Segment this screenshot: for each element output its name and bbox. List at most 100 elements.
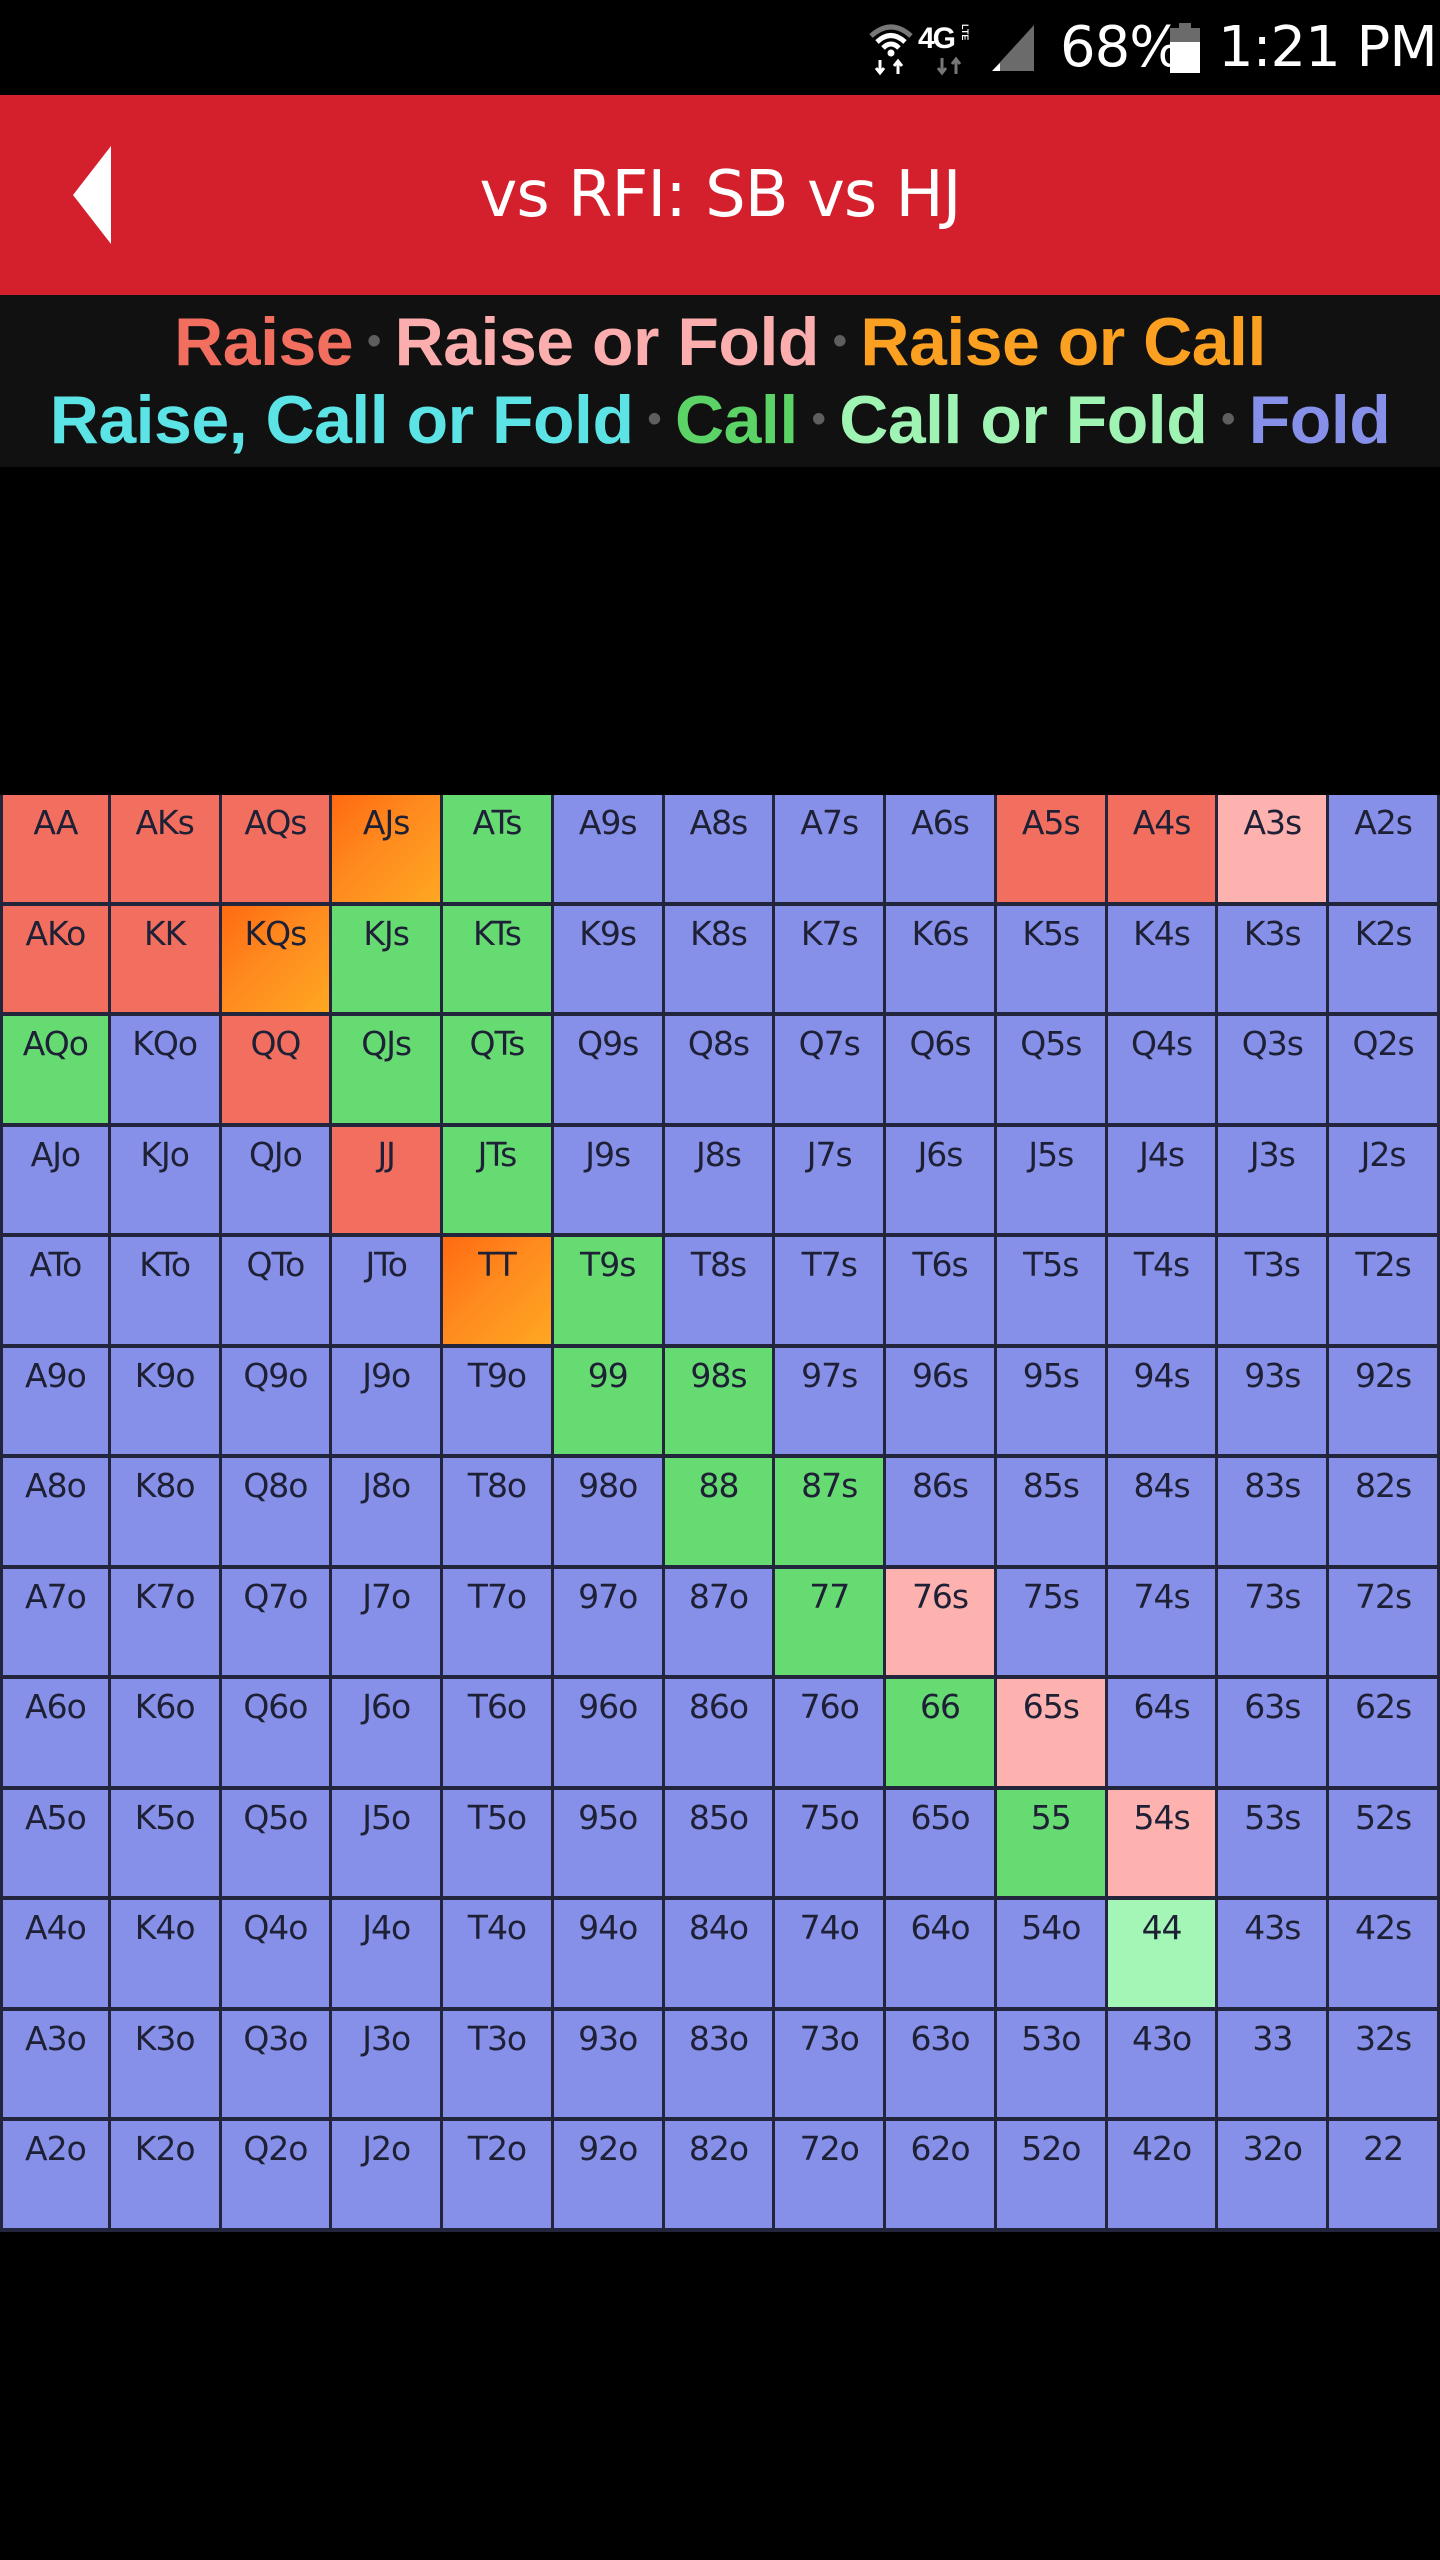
- hand-cell-K2o[interactable]: K2o: [110, 2121, 222, 2232]
- hand-cell-86o[interactable]: 86o: [664, 1679, 776, 1790]
- hand-cell-J7s[interactable]: J7s: [775, 1126, 887, 1238]
- hand-cell-92s[interactable]: 92s: [1329, 1347, 1440, 1459]
- hand-cell-J5s[interactable]: J5s: [996, 1126, 1108, 1238]
- hand-cell-K3o[interactable]: K3o: [110, 2010, 222, 2122]
- hand-cell-QQ[interactable]: QQ: [221, 1016, 333, 1127]
- hand-cell-K3s[interactable]: K3s: [1218, 905, 1330, 1017]
- hand-cell-64s[interactable]: 64s: [1107, 1679, 1219, 1790]
- hand-cell-A7o[interactable]: A7o: [0, 1568, 111, 1680]
- hand-cell-74s[interactable]: 74s: [1107, 1568, 1219, 1680]
- hand-cell-65o[interactable]: 65o: [886, 1789, 997, 1901]
- hand-cell-K9o[interactable]: K9o: [110, 1347, 222, 1459]
- hand-cell-T9o[interactable]: T9o: [443, 1347, 554, 1459]
- hand-cell-64o[interactable]: 64o: [886, 1900, 997, 2011]
- hand-cell-75o[interactable]: 75o: [775, 1789, 887, 1901]
- hand-cell-97o[interactable]: 97o: [553, 1568, 665, 1680]
- hand-cell-76o[interactable]: 76o: [775, 1679, 887, 1790]
- hand-cell-Q6s[interactable]: Q6s: [886, 1016, 997, 1127]
- hand-cell-T4s[interactable]: T4s: [1107, 1237, 1219, 1348]
- hand-cell-KTs[interactable]: KTs: [443, 905, 554, 1017]
- hand-cell-A5o[interactable]: A5o: [0, 1789, 111, 1901]
- hand-cell-T5o[interactable]: T5o: [443, 1789, 554, 1901]
- hand-cell-Q5o[interactable]: Q5o: [221, 1789, 333, 1901]
- hand-cell-93o[interactable]: 93o: [553, 2010, 665, 2122]
- hand-cell-T6s[interactable]: T6s: [886, 1237, 997, 1348]
- hand-cell-AQo[interactable]: AQo: [0, 1016, 111, 1127]
- hand-cell-76s[interactable]: 76s: [886, 1568, 997, 1680]
- hand-cell-J4o[interactable]: J4o: [332, 1900, 444, 2011]
- hand-cell-99[interactable]: 99: [553, 1347, 665, 1459]
- hand-cell-55[interactable]: 55: [996, 1789, 1108, 1901]
- hand-cell-52s[interactable]: 52s: [1329, 1789, 1440, 1901]
- hand-cell-88[interactable]: 88: [664, 1458, 776, 1569]
- hand-cell-ATs[interactable]: ATs: [443, 795, 554, 906]
- hand-cell-J5o[interactable]: J5o: [332, 1789, 444, 1901]
- hand-cell-K7s[interactable]: K7s: [775, 905, 887, 1017]
- hand-cell-44[interactable]: 44: [1107, 1900, 1219, 2011]
- hand-cell-AKo[interactable]: AKo: [0, 905, 111, 1017]
- hand-cell-Q8s[interactable]: Q8s: [664, 1016, 776, 1127]
- hand-cell-98o[interactable]: 98o: [553, 1458, 665, 1569]
- hand-cell-85o[interactable]: 85o: [664, 1789, 776, 1901]
- hand-cell-Q4s[interactable]: Q4s: [1107, 1016, 1219, 1127]
- hand-cell-54o[interactable]: 54o: [996, 1900, 1108, 2011]
- hand-cell-T7s[interactable]: T7s: [775, 1237, 887, 1348]
- hand-cell-QJs[interactable]: QJs: [332, 1016, 444, 1127]
- hand-cell-AJo[interactable]: AJo: [0, 1126, 111, 1238]
- hand-cell-Q2s[interactable]: Q2s: [1329, 1016, 1440, 1127]
- hand-cell-42o[interactable]: 42o: [1107, 2121, 1219, 2232]
- hand-cell-Q9o[interactable]: Q9o: [221, 1347, 333, 1459]
- hand-cell-T5s[interactable]: T5s: [996, 1237, 1108, 1348]
- hand-cell-K7o[interactable]: K7o: [110, 1568, 222, 1680]
- hand-cell-97s[interactable]: 97s: [775, 1347, 887, 1459]
- hand-cell-98s[interactable]: 98s: [664, 1347, 776, 1459]
- hand-cell-ATo[interactable]: ATo: [0, 1237, 111, 1348]
- hand-cell-Q5s[interactable]: Q5s: [996, 1016, 1108, 1127]
- hand-cell-K5s[interactable]: K5s: [996, 905, 1108, 1017]
- hand-cell-KK[interactable]: KK: [110, 905, 222, 1017]
- hand-cell-43o[interactable]: 43o: [1107, 2010, 1219, 2122]
- hand-cell-72s[interactable]: 72s: [1329, 1568, 1440, 1680]
- hand-cell-T9s[interactable]: T9s: [553, 1237, 665, 1348]
- hand-cell-J2s[interactable]: J2s: [1329, 1126, 1440, 1238]
- hand-cell-93s[interactable]: 93s: [1218, 1347, 1330, 1459]
- hand-cell-22[interactable]: 22: [1329, 2121, 1440, 2232]
- hand-cell-J7o[interactable]: J7o: [332, 1568, 444, 1680]
- hand-cell-A2s[interactable]: A2s: [1329, 795, 1440, 906]
- hand-cell-54s[interactable]: 54s: [1107, 1789, 1219, 1901]
- hand-cell-43s[interactable]: 43s: [1218, 1900, 1330, 2011]
- hand-cell-A6s[interactable]: A6s: [886, 795, 997, 906]
- hand-cell-J3o[interactable]: J3o: [332, 2010, 444, 2122]
- hand-cell-84s[interactable]: 84s: [1107, 1458, 1219, 1569]
- hand-cell-AQs[interactable]: AQs: [221, 795, 333, 906]
- hand-cell-Q7o[interactable]: Q7o: [221, 1568, 333, 1680]
- hand-cell-A7s[interactable]: A7s: [775, 795, 887, 906]
- hand-cell-A4o[interactable]: A4o: [0, 1900, 111, 2011]
- hand-cell-K4s[interactable]: K4s: [1107, 905, 1219, 1017]
- hand-cell-J9o[interactable]: J9o: [332, 1347, 444, 1459]
- hand-cell-Q2o[interactable]: Q2o: [221, 2121, 333, 2232]
- hand-cell-82s[interactable]: 82s: [1329, 1458, 1440, 1569]
- hand-cell-Q3s[interactable]: Q3s: [1218, 1016, 1330, 1127]
- hand-cell-73o[interactable]: 73o: [775, 2010, 887, 2122]
- hand-cell-J6s[interactable]: J6s: [886, 1126, 997, 1238]
- hand-cell-T6o[interactable]: T6o: [443, 1679, 554, 1790]
- hand-cell-62o[interactable]: 62o: [886, 2121, 997, 2232]
- hand-cell-K5o[interactable]: K5o: [110, 1789, 222, 1901]
- hand-cell-62s[interactable]: 62s: [1329, 1679, 1440, 1790]
- hand-cell-K2s[interactable]: K2s: [1329, 905, 1440, 1017]
- hand-cell-JTo[interactable]: JTo: [332, 1237, 444, 1348]
- hand-cell-Q3o[interactable]: Q3o: [221, 2010, 333, 2122]
- hand-cell-K8s[interactable]: K8s: [664, 905, 776, 1017]
- hand-cell-83s[interactable]: 83s: [1218, 1458, 1330, 1569]
- hand-cell-T4o[interactable]: T4o: [443, 1900, 554, 2011]
- hand-cell-94o[interactable]: 94o: [553, 1900, 665, 2011]
- hand-cell-42s[interactable]: 42s: [1329, 1900, 1440, 2011]
- hand-cell-Q7s[interactable]: Q7s: [775, 1016, 887, 1127]
- hand-cell-Q8o[interactable]: Q8o: [221, 1458, 333, 1569]
- hand-cell-QTo[interactable]: QTo: [221, 1237, 333, 1348]
- hand-cell-T8o[interactable]: T8o: [443, 1458, 554, 1569]
- hand-cell-83o[interactable]: 83o: [664, 2010, 776, 2122]
- hand-cell-J2o[interactable]: J2o: [332, 2121, 444, 2232]
- hand-cell-JTs[interactable]: JTs: [443, 1126, 554, 1238]
